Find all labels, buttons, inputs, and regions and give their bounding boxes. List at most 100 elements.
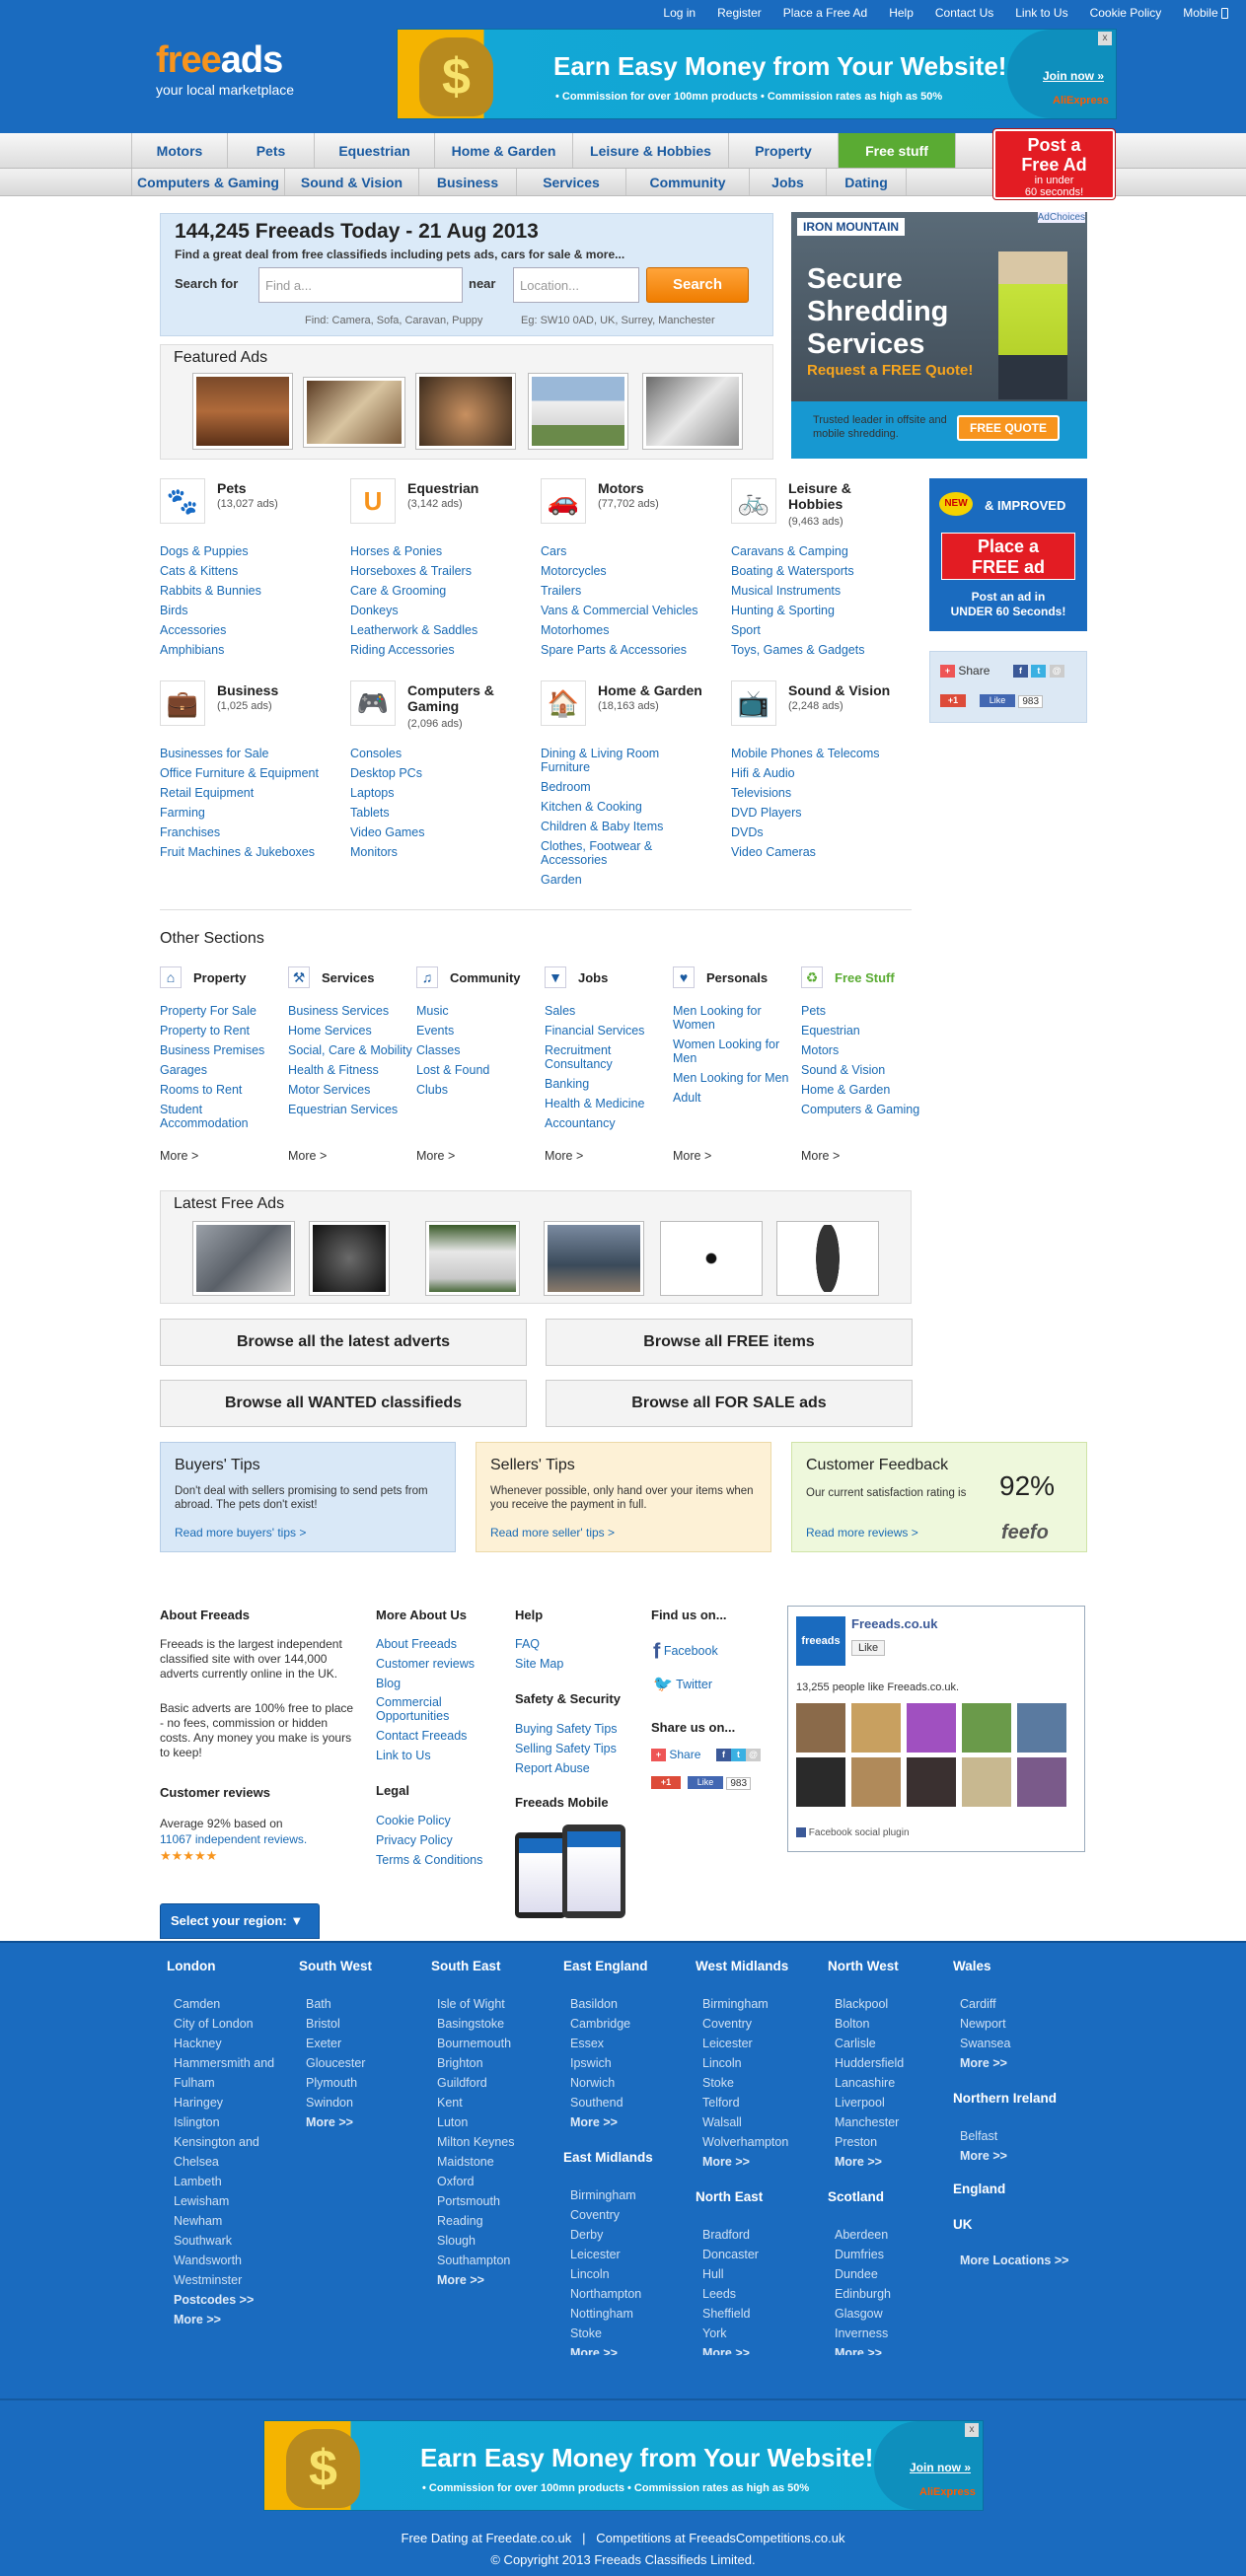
region-title[interactable]: South West — [299, 1959, 372, 1973]
place-ad-link[interactable]: Place a Free Ad — [783, 6, 867, 20]
nav-property[interactable]: Property — [728, 133, 838, 168]
region-link[interactable]: Basingstoke — [437, 2014, 515, 2034]
region-link[interactable]: Camden — [174, 1994, 292, 2014]
category-link[interactable]: Children & Baby Items — [541, 817, 679, 836]
category-link[interactable]: Bedroom — [541, 777, 679, 797]
category-link[interactable]: Cats & Kittens — [160, 561, 261, 581]
region-link[interactable]: Swindon — [306, 2093, 365, 2112]
region-link[interactable]: Basildon — [570, 1994, 630, 2014]
region-link[interactable]: Isle of Wight — [437, 1994, 515, 2014]
region-link[interactable]: Kent — [437, 2093, 515, 2112]
region-title[interactable]: London — [167, 1959, 215, 1973]
region-link[interactable]: Coventry — [570, 2205, 641, 2225]
category-link[interactable]: Video Games — [350, 823, 425, 842]
region-link[interactable]: Exeter — [306, 2034, 365, 2053]
dating-link[interactable]: Free Dating at Freedate.co.uk — [402, 2531, 572, 2545]
fb-avatar[interactable] — [1017, 1757, 1066, 1807]
other-link[interactable]: Business Premises — [160, 1043, 288, 1057]
region-link[interactable]: Gloucester — [306, 2053, 365, 2073]
region-link[interactable]: Aberdeen — [835, 2225, 891, 2245]
nav-pets[interactable]: Pets — [227, 133, 314, 168]
nav-services[interactable]: Services — [516, 169, 625, 195]
more-link[interactable]: More > — [801, 1149, 840, 1163]
other-link[interactable]: Lost & Found — [416, 1063, 489, 1077]
side-ad[interactable]: IRON MOUNTAIN AdChoices Secure Shredding S… — [791, 212, 1087, 459]
adchoices[interactable]: AdChoices — [1037, 212, 1085, 223]
other-link[interactable]: Equestrian Services — [288, 1103, 412, 1116]
category-link[interactable]: Rabbits & Bunnies — [160, 581, 261, 601]
footer-link[interactable]: About Freeads — [376, 1634, 457, 1654]
place-free-ad-button[interactable]: Place a FREE ad — [941, 533, 1075, 580]
category-link[interactable]: Trailers — [541, 581, 698, 601]
other-link[interactable]: Equestrian — [801, 1024, 919, 1038]
sellers-tips-link[interactable]: Read more seller' tips > — [490, 1526, 615, 1539]
category-title[interactable]: Home & Garden — [598, 682, 702, 698]
facebook-icon[interactable]: f — [1013, 665, 1028, 679]
region-link[interactable]: Hull — [702, 2264, 759, 2284]
category-link[interactable]: Consoles — [350, 744, 425, 763]
region-select[interactable]: Select your region: ▼ — [160, 1903, 320, 1939]
more-locations-link[interactable]: More Locations >> — [960, 2251, 1068, 2270]
latest-thumb[interactable] — [309, 1221, 390, 1296]
feedback-link[interactable]: Read more reviews > — [806, 1526, 918, 1539]
region-link[interactable]: Westminster — [174, 2270, 292, 2290]
latest-thumb[interactable] — [544, 1221, 644, 1296]
fb-avatar[interactable] — [907, 1757, 956, 1807]
category-link[interactable]: Spare Parts & Accessories — [541, 640, 698, 660]
mobile-app-image[interactable] — [515, 1825, 633, 1918]
nav-sound-vision[interactable]: Sound & Vision — [284, 169, 418, 195]
reviews-link[interactable]: 11067 independent reviews. — [160, 1832, 307, 1847]
region-link[interactable]: Preston — [835, 2132, 904, 2152]
region-link[interactable]: Coventry — [702, 2014, 788, 2034]
category-link[interactable]: Hifi & Audio — [731, 763, 880, 783]
fb-avatar[interactable] — [851, 1703, 901, 1753]
region-link[interactable]: Birmingham — [570, 2185, 641, 2205]
category-link[interactable]: Televisions — [731, 783, 880, 803]
category-title[interactable]: Sound & Vision — [788, 682, 890, 698]
region-link[interactable]: Liverpool — [835, 2093, 904, 2112]
region-link[interactable]: Reading — [437, 2211, 515, 2231]
other-link[interactable]: Home & Garden — [801, 1083, 919, 1097]
region-link[interactable]: Northampton — [570, 2284, 641, 2304]
more-link[interactable]: More > — [288, 1149, 327, 1163]
other-link[interactable]: Classes — [416, 1043, 489, 1057]
region-link[interactable]: Maidstone — [437, 2152, 515, 2172]
latest-thumb[interactable] — [192, 1221, 295, 1296]
other-link[interactable]: Adult — [673, 1091, 801, 1105]
google-plus-button[interactable]: +1 — [651, 1775, 681, 1790]
category-link[interactable]: Hunting & Sporting — [731, 601, 864, 620]
nav-free-stuff[interactable]: Free stuff — [838, 133, 956, 168]
fb-page-name[interactable]: Freeads.co.uk — [851, 1616, 937, 1631]
site-logo[interactable]: freeads — [156, 41, 283, 79]
browse-free-button[interactable]: Browse all FREE items — [546, 1319, 913, 1366]
latest-thumb[interactable] — [425, 1221, 520, 1296]
google-plus-button[interactable]: +1 — [940, 693, 966, 708]
other-link[interactable]: Accountancy — [545, 1116, 673, 1130]
category-link[interactable]: Businesses for Sale — [160, 744, 319, 763]
nav-jobs[interactable]: Jobs — [749, 169, 826, 195]
region-link[interactable]: Manchester — [835, 2112, 904, 2132]
region-more-link[interactable]: More >> — [570, 2112, 630, 2132]
region-link[interactable]: Lincoln — [570, 2264, 641, 2284]
latest-thumb[interactable] — [776, 1221, 879, 1296]
featured-thumb[interactable] — [192, 373, 293, 450]
twitter-link[interactable]: 🐦 Twitter — [653, 1675, 712, 1695]
fb-avatar[interactable] — [796, 1757, 845, 1807]
region-link[interactable]: Swansea — [960, 2034, 1010, 2053]
region-link[interactable]: Leicester — [570, 2245, 641, 2264]
region-link[interactable]: York — [702, 2324, 759, 2343]
free-quote-button[interactable]: FREE QUOTE — [957, 415, 1060, 441]
region-link[interactable]: Wandsworth — [174, 2251, 292, 2270]
region-title[interactable]: Wales — [953, 1959, 991, 1973]
other-link[interactable]: Women Looking for Men — [673, 1038, 801, 1065]
featured-thumb[interactable] — [528, 373, 628, 450]
nav-motors[interactable]: Motors — [131, 133, 227, 168]
fb-avatar[interactable] — [796, 1703, 845, 1753]
share-button[interactable]: + Share — [940, 664, 989, 679]
email-icon[interactable]: @ — [746, 1749, 761, 1762]
other-link[interactable]: Clubs — [416, 1083, 489, 1097]
category-link[interactable]: Motorcycles — [541, 561, 698, 581]
contact-link[interactable]: Contact Us — [935, 6, 993, 20]
competitions-link[interactable]: Competitions at FreeadsCompetitions.co.u… — [596, 2531, 844, 2545]
featured-thumb[interactable] — [303, 377, 405, 448]
